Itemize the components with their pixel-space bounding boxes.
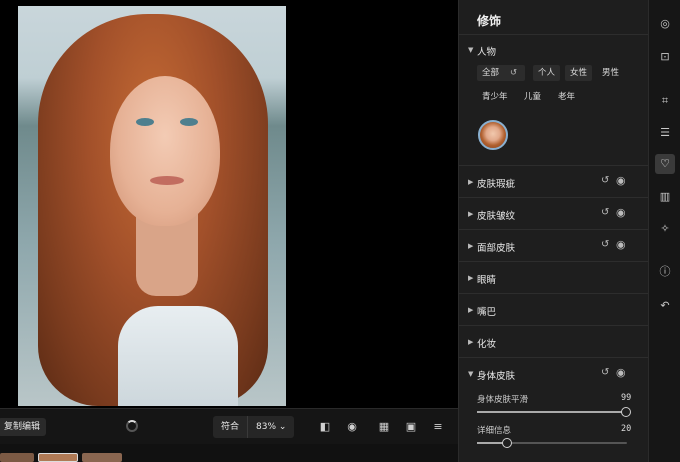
section-body-skin[interactable]: ▼ 身体皮肤 ↺ ◉ <box>459 358 649 390</box>
filmstrip-thumb[interactable] <box>0 453 34 462</box>
section-label: 化妆 <box>477 339 497 350</box>
slider-value-detail[interactable]: 20 <box>621 424 631 434</box>
section-eyes[interactable]: ▶ 眼睛 <box>459 262 649 294</box>
slider-label-body-smoothing: 身体皮肤平滑 <box>477 395 529 405</box>
slider-label-detail: 详细信息 <box>477 426 512 436</box>
chip-personal[interactable]: 个人 <box>533 65 561 81</box>
compare-split-icon[interactable]: ◧ <box>318 420 332 434</box>
section-label: 皮肤皱纹 <box>477 211 516 222</box>
adjust-sliders-icon[interactable]: ☰ <box>657 125 673 141</box>
panel-title: 修饰 <box>477 14 502 28</box>
tool-sidebar: ◎ ⊡ ⌗ ☰ ♡ ▥ ✧ ⓘ ↶ <box>648 0 680 462</box>
filmstrip <box>0 444 458 462</box>
slider-track-body-smoothing[interactable] <box>477 411 627 413</box>
filmstrip-thumb-selected[interactable] <box>38 453 78 462</box>
section-makeup[interactable]: ▶ 化妆 <box>459 326 649 358</box>
structure-icon[interactable]: ▥ <box>657 189 673 205</box>
fit-button[interactable]: 符合 <box>213 416 247 438</box>
face-avatar[interactable] <box>478 120 508 150</box>
photo-eye-left <box>136 118 154 126</box>
portrait-photo <box>18 6 286 406</box>
reset-icon[interactable]: ↺ <box>601 367 609 378</box>
visibility-icon[interactable]: ◉ <box>616 174 626 187</box>
chip-male[interactable]: 男性 <box>597 65 624 81</box>
reset-icon[interactable]: ↺ <box>601 239 609 250</box>
select-subject-icon[interactable]: ⊡ <box>657 49 673 65</box>
section-mouth[interactable]: ▶ 嘴巴 <box>459 294 649 326</box>
section-face-skin[interactable]: ▶ 面部皮肤 ↺ ◉ <box>459 230 649 262</box>
section-label: 人物 <box>477 47 497 58</box>
caret-right-icon: ▶ <box>468 338 474 346</box>
section-label: 皮肤瑕疵 <box>477 179 516 190</box>
bottom-toolbar: 复制编辑 符合 83% ⌄ ◧ ◉ ▦ ▣ ≡ <box>0 408 458 444</box>
reset-icon[interactable]: ↺ <box>601 175 609 186</box>
zoom-controls: 符合 83% ⌄ <box>213 416 295 438</box>
photo-face <box>110 76 220 226</box>
grid-view-icon[interactable]: ▦ <box>377 420 391 434</box>
caret-right-icon: ▶ <box>468 210 474 218</box>
ai-sparkle-icon[interactable]: ✧ <box>657 221 673 237</box>
caret-down-icon: ▼ <box>468 46 474 54</box>
chip-all[interactable]: 全部 ↺ <box>477 65 525 81</box>
slider-track-detail[interactable] <box>477 442 627 444</box>
section-label: 眼睛 <box>477 275 497 286</box>
section-person-header[interactable]: ▼ 人物 <box>459 34 649 66</box>
undo-icon[interactable]: ↶ <box>657 298 673 314</box>
loading-spinner-icon <box>126 420 138 432</box>
chip-all-label: 全部 <box>482 68 500 78</box>
single-view-icon[interactable]: ▣ <box>404 420 418 434</box>
retouch-face-icon[interactable]: ♡ <box>655 154 675 174</box>
section-label: 面部皮肤 <box>477 243 516 254</box>
caret-down-icon: ▼ <box>468 370 474 378</box>
sort-icon[interactable]: ≡ <box>431 420 445 434</box>
chip-female[interactable]: 女性 <box>565 65 593 81</box>
chip-teen[interactable]: 青少年 <box>477 89 513 105</box>
section-label: 嘴巴 <box>477 307 497 318</box>
section-skin-blemish[interactable]: ▶ 皮肤瑕疵 ↺ ◉ <box>459 166 649 198</box>
reset-icon[interactable]: ↺ <box>601 207 609 218</box>
caret-right-icon: ▶ <box>468 178 474 186</box>
chip-elder[interactable]: 老年 <box>553 89 580 105</box>
preview-eye-icon[interactable]: ◉ <box>345 420 359 434</box>
visibility-icon[interactable]: ◉ <box>616 206 626 219</box>
presets-icon[interactable]: ◎ <box>657 16 673 32</box>
section-skin-wrinkles[interactable]: ▶ 皮肤皱纹 ↺ ◉ <box>459 198 649 230</box>
crop-icon[interactable]: ⌗ <box>657 93 673 109</box>
photo-eye-right <box>180 118 198 126</box>
caret-right-icon: ▶ <box>468 274 474 282</box>
photo-shirt <box>118 306 238 406</box>
slider-knob-detail[interactable] <box>502 438 512 448</box>
slider-value-body-smoothing[interactable]: 99 <box>621 393 631 403</box>
caret-right-icon: ▶ <box>468 242 474 250</box>
visibility-icon[interactable]: ◉ <box>616 366 626 379</box>
chip-child[interactable]: 儿童 <box>519 89 546 105</box>
filmstrip-thumb[interactable] <box>82 453 122 462</box>
retouch-panel: 修饰 ▼ 人物 全部 ↺ 个人 女性 男性 青少年 儿童 老年 ▶ 皮肤瑕疵 ↺… <box>458 0 649 462</box>
caret-right-icon: ▶ <box>468 306 474 314</box>
copy-edits-button[interactable]: 复制编辑 <box>0 418 47 436</box>
slider-fill <box>477 411 626 413</box>
reset-icon[interactable]: ↺ <box>510 65 517 81</box>
slider-knob-body-smoothing[interactable] <box>620 407 631 417</box>
image-canvas[interactable] <box>0 0 458 408</box>
section-label: 身体皮肤 <box>477 371 516 382</box>
visibility-icon[interactable]: ◉ <box>616 238 626 251</box>
photo-lips <box>150 176 184 185</box>
zoom-level-dropdown[interactable]: 83% ⌄ <box>248 416 294 438</box>
info-icon[interactable]: ⓘ <box>657 264 673 280</box>
